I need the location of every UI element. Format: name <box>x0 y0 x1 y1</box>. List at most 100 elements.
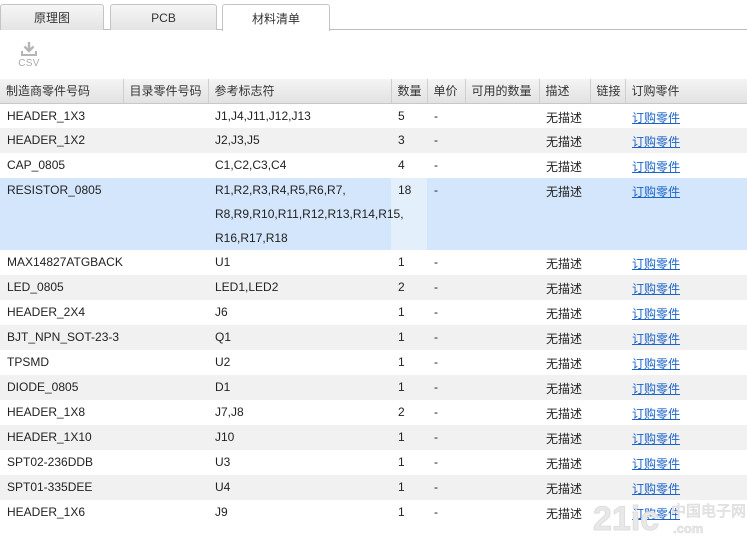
col-header-unit-price[interactable]: 单价 <box>427 79 466 104</box>
qty-cell: 5 <box>398 108 405 123</box>
order-cell: 订购零件 <box>625 500 747 525</box>
table-row[interactable]: RESISTOR_0805 R1,R2,R3,R4,R5,R6,R7, R8,R9… <box>0 178 747 250</box>
table-row[interactable]: CAP_0805 C1,C2,C3,C4 4 - 无描述 订购零件 <box>0 153 747 178</box>
order-part-link[interactable]: 订购零件 <box>632 282 680 296</box>
col-header-refdes[interactable]: 参考标志符 <box>208 79 392 104</box>
table-row[interactable]: HEADER_1X3 J1,J4,J11,J12,J13 5 - 无描述 订购零件 <box>0 103 747 128</box>
bom-table: 制造商零件号码 目录零件号码 参考标志符 数量 单价 可用的数量 描述 链接 订购零件 HEAD… <box>0 79 747 525</box>
order-part-link[interactable]: 订购零件 <box>632 185 680 199</box>
order-part-link[interactable]: 订购零件 <box>632 160 680 174</box>
catalog-part-cell <box>123 250 208 275</box>
link-cell <box>590 250 625 275</box>
col-header-qty[interactable]: 数量 <box>391 79 428 104</box>
order-part-link[interactable]: 订购零件 <box>632 507 680 521</box>
table-row[interactable]: SPT01-335DEE U4 1- 无描述 订购零件 <box>0 475 747 500</box>
tab-pcb[interactable]: PCB <box>110 4 217 30</box>
order-part-link[interactable]: 订购零件 <box>632 135 680 149</box>
qty-cell: 1 <box>398 255 405 269</box>
catalog-part-cell <box>123 400 208 425</box>
table-body: HEADER_1X3 J1,J4,J11,J12,J13 5- 无描述 订购零件 HEAD… <box>0 103 747 525</box>
order-cell: 订购零件 <box>625 250 747 275</box>
order-cell: 订购零件 <box>625 325 747 350</box>
unit-price-cell: - <box>427 128 465 153</box>
description-cell: 无描述 <box>539 325 590 350</box>
link-cell <box>590 475 625 500</box>
order-cell: 订购零件 <box>625 103 747 128</box>
description-cell: 无描述 <box>546 110 583 125</box>
available-cell <box>465 250 539 275</box>
unit-price-cell: - <box>427 178 465 250</box>
unit-price-cell: - <box>427 375 465 400</box>
available-cell <box>465 128 539 153</box>
unit-price-cell: - <box>427 425 465 450</box>
col-header-description[interactable]: 描述 <box>539 79 591 104</box>
table-row[interactable]: HEADER_1X10 J10 1- 无描述 订购零件 <box>0 425 747 450</box>
refdes-cell: U4 <box>208 475 391 500</box>
qty-cell: 1 <box>398 505 405 519</box>
order-part-link[interactable]: 订购零件 <box>632 407 680 421</box>
table-row[interactable]: HEADER_1X8 J7,J8 2 - 无描述 订购零件 <box>0 400 747 425</box>
available-cell <box>465 425 539 450</box>
order-part-link[interactable]: 订购零件 <box>632 307 680 321</box>
unit-price-cell: - <box>434 405 438 419</box>
refdes-cell: D1 <box>208 375 391 400</box>
col-header-order[interactable]: 订购零件 <box>625 79 747 104</box>
qty-cell: 3 <box>391 128 427 153</box>
catalog-part-cell <box>123 275 208 300</box>
unit-price-cell: - <box>434 305 438 319</box>
refdes-cell: U2 <box>215 355 231 369</box>
order-cell: 订购零件 <box>625 153 747 178</box>
qty-cell: 1 <box>391 475 427 500</box>
table-row[interactable]: SPT02-236DDB U3 1 - 无描述 订购零件 <box>0 450 747 475</box>
mfr-part-cell: BJT_NPN_SOT-23-3 <box>0 325 123 350</box>
table-row[interactable]: DIODE_0805 D1 1- 无描述 订购零件 <box>0 375 747 400</box>
col-header-catalog-part[interactable]: 目录零件号码 <box>123 79 209 104</box>
mfr-part-cell: RESISTOR_0805 <box>0 178 123 250</box>
table-row[interactable]: LED_0805 LED1,LED2 2- 无描述 订购零件 <box>0 275 747 300</box>
mfr-part-cell: TPSMD <box>7 355 49 369</box>
col-header-link[interactable]: 链接 <box>590 79 626 104</box>
refdes-cell: R1,R2,R3,R4,R5,R6,R7, R8,R9,R10,R11,R12,… <box>208 178 404 250</box>
table-row[interactable]: TPSMD U2 1 - 无描述 订购零件 <box>0 350 747 375</box>
table-row[interactable]: BJT_NPN_SOT-23-3 Q1 1- 无描述 订购零件 <box>0 325 747 350</box>
order-part-link[interactable]: 订购零件 <box>632 382 680 396</box>
tab-bom[interactable]: 材料清单 <box>222 4 330 31</box>
table-row[interactable]: HEADER_1X6 J9 1 - 无描述 订购零件 <box>0 500 747 525</box>
table-row[interactable]: HEADER_2X4 J6 1 - 无描述 订购零件 <box>0 300 747 325</box>
available-cell <box>465 178 539 250</box>
order-part-link[interactable]: 订购零件 <box>632 432 680 446</box>
refdes-cell: J2,J3,J5 <box>208 128 391 153</box>
available-cell <box>465 153 539 178</box>
col-header-available[interactable]: 可用的数量 <box>465 79 540 104</box>
order-cell: 订购零件 <box>625 178 747 250</box>
qty-cell: 1 <box>391 425 427 450</box>
link-cell <box>590 275 625 300</box>
order-part-link[interactable]: 订购零件 <box>632 482 680 496</box>
tab-bar: 原理图 PCB 材料清单 <box>0 0 747 31</box>
mfr-part-cell: HEADER_1X2 <box>0 128 123 153</box>
mfr-part-cell: HEADER_1X8 <box>7 405 86 419</box>
description-cell: 无描述 <box>546 257 583 271</box>
available-cell <box>465 300 539 325</box>
link-cell <box>590 153 625 178</box>
csv-label: CSV <box>18 58 40 69</box>
order-part-link[interactable]: 订购零件 <box>632 457 680 471</box>
catalog-part-cell <box>123 375 208 400</box>
mfr-part-cell: HEADER_1X3 <box>7 108 86 123</box>
tab-schematic[interactable]: 原理图 <box>0 4 104 30</box>
catalog-part-cell <box>123 350 208 375</box>
qty-cell: 1 <box>391 375 427 400</box>
order-cell: 订购零件 <box>625 275 747 300</box>
order-part-link[interactable]: 订购零件 <box>632 257 680 271</box>
table-row[interactable]: MAX14827ATGBACK U1 1 - 无描述 订购零件 <box>0 250 747 275</box>
available-cell <box>465 400 539 425</box>
export-csv-button[interactable]: CSV <box>14 41 44 75</box>
col-header-mfr-part[interactable]: 制造商零件号码 <box>0 79 124 104</box>
order-part-link[interactable]: 订购零件 <box>632 111 680 125</box>
order-part-link[interactable]: 订购零件 <box>632 357 680 371</box>
order-part-link[interactable]: 订购零件 <box>632 332 680 346</box>
table-row[interactable]: HEADER_1X2 J2,J3,J5 3- 无描述 订购零件 <box>0 128 747 153</box>
mfr-part-cell: MAX14827ATGBACK <box>7 255 123 269</box>
mfr-part-cell: SPT01-335DEE <box>0 475 123 500</box>
qty-cell: 1 <box>391 325 427 350</box>
